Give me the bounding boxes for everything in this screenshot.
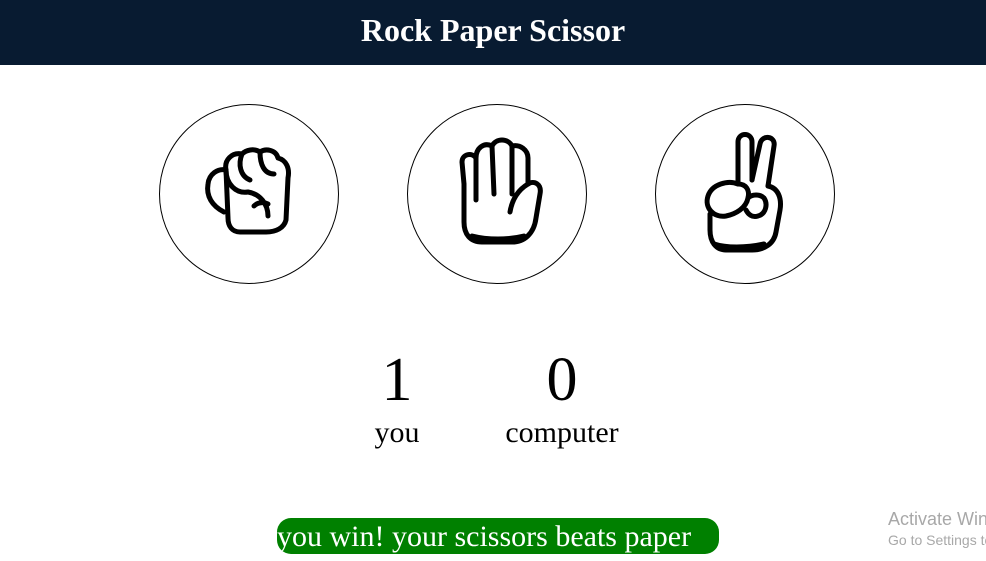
- app-header: Rock Paper Scissor: [0, 0, 986, 65]
- user-score-label: you: [374, 416, 420, 449]
- rock-choice-button[interactable]: [159, 104, 339, 284]
- windows-activation-watermark: Activate Windows Go to Settings to activ…: [888, 508, 986, 550]
- watermark-line-1: Activate Windows: [888, 509, 986, 529]
- result-message: you win! your scissors beats paper: [277, 518, 719, 554]
- page-title: Rock Paper Scissor: [360, 12, 626, 48]
- user-score: 1 you: [317, 345, 477, 451]
- user-score-value: 1: [381, 346, 413, 414]
- paper-choice-button[interactable]: [407, 104, 587, 284]
- computer-score: 0 computer: [482, 345, 642, 451]
- computer-score-label: computer: [505, 416, 619, 449]
- watermark-line-2: Go to Settings to activate Windows.: [888, 532, 986, 548]
- scissors-choice-button[interactable]: [655, 104, 835, 284]
- open-hand-icon: [459, 137, 543, 245]
- peace-hand-icon: [704, 132, 783, 253]
- fist-icon: [205, 147, 291, 235]
- computer-score-value: 0: [546, 346, 578, 414]
